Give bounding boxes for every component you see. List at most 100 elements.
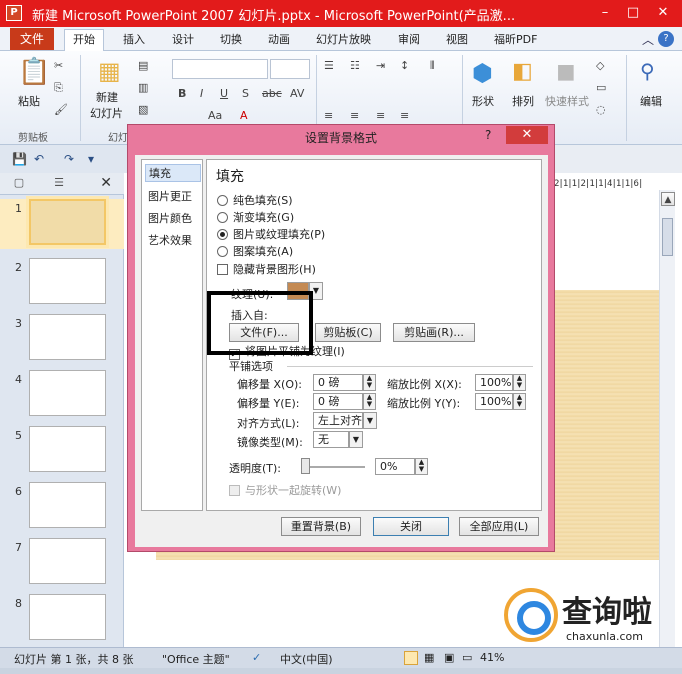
scale-y-spinner[interactable]: ▲ ▼ — [513, 393, 526, 410]
reset-background-button[interactable]: 重置背景(B) — [281, 517, 361, 536]
radio-picture[interactable] — [217, 229, 228, 240]
shape-fill-icon[interactable]: ◇ — [596, 59, 604, 72]
numbering-icon[interactable]: ☷ — [350, 59, 360, 72]
slide-thumbnail[interactable] — [29, 426, 106, 472]
offset-x-input[interactable]: 0 磅 — [313, 374, 363, 391]
transparency-slider-track[interactable] — [303, 466, 365, 468]
transparency-input[interactable]: 0% — [375, 458, 415, 475]
minimize-button[interactable]: – — [592, 2, 618, 24]
new-slide-label-1[interactable]: 新建 — [96, 89, 118, 105]
slide-thumbnail[interactable] — [29, 258, 106, 304]
undo-icon[interactable]: ↶ — [34, 152, 44, 166]
save-icon[interactable]: 💾 — [12, 152, 27, 166]
shape-outline-icon[interactable]: ▭ — [596, 81, 606, 94]
slide-thumbnail[interactable] — [29, 594, 106, 640]
italic-button[interactable]: I — [200, 87, 203, 100]
customize-qat-icon[interactable]: ▾ — [88, 152, 94, 166]
slide-thumbnail-row[interactable]: 3 — [0, 314, 124, 364]
mirror-select[interactable]: 无 — [313, 431, 349, 448]
rotate-checkbox[interactable] — [229, 485, 240, 496]
underline-button[interactable]: U — [220, 87, 228, 100]
ribbon-minimize-icon[interactable]: ︿ — [640, 31, 656, 47]
paste-label[interactable]: 粘贴 — [18, 93, 40, 109]
window-close-button[interactable]: ✕ — [650, 2, 676, 24]
normal-view-icon[interactable] — [404, 651, 418, 665]
copy-icon[interactable]: ⎘ — [54, 81, 63, 95]
zoom-level[interactable]: 41% — [480, 651, 504, 664]
rotate-with-shape-option[interactable]: 与形状一起旋转(W) — [229, 482, 341, 498]
justify-icon[interactable]: ≡ — [400, 109, 409, 122]
file-menu-button[interactable]: 文件 — [10, 28, 54, 50]
layout-icon[interactable]: ▤ — [138, 59, 148, 72]
scroll-up-icon[interactable]: ▲ — [661, 192, 675, 206]
change-case-button[interactable]: Aa — [208, 109, 222, 122]
powerpoint-app-icon[interactable]: P — [6, 5, 22, 21]
mirror-dropdown-icon[interactable]: ▼ — [349, 431, 363, 448]
clipboard-button[interactable]: 剪贴板(C) — [315, 323, 381, 342]
indent-icon[interactable]: ⇥ — [376, 59, 385, 72]
quick-styles-label[interactable]: 快速样式 — [545, 93, 589, 109]
alignment-dropdown-icon[interactable]: ▼ — [363, 412, 377, 429]
columns-icon[interactable]: ⫴ — [430, 59, 435, 73]
pattern-fill-option[interactable]: 图案填充(A) — [217, 243, 293, 259]
slide-thumbnail-row[interactable]: 4 — [0, 370, 124, 420]
new-slide-icon[interactable]: ▦ — [98, 57, 121, 85]
tab-view[interactable]: 视图 — [446, 30, 468, 50]
slide-thumbnail-row[interactable]: 7 — [0, 538, 124, 588]
tab-design[interactable]: 设计 — [172, 30, 194, 50]
hide-bg-checkbox[interactable] — [217, 264, 228, 275]
close-button[interactable]: 关闭 — [373, 517, 449, 536]
slide-thumbnail[interactable] — [29, 314, 106, 360]
slide-thumbnail-row[interactable]: 8 — [0, 594, 124, 644]
offset-y-spinner[interactable]: ▲ ▼ — [363, 393, 376, 410]
font-name-box[interactable] — [172, 59, 268, 79]
slides-tab-icon[interactable]: ▢ — [4, 176, 34, 192]
slide-thumbnail[interactable] — [29, 538, 106, 584]
tab-animations[interactable]: 动画 — [268, 30, 290, 50]
cut-icon[interactable]: ✂ — [54, 59, 63, 72]
arrange-label[interactable]: 排列 — [512, 93, 534, 109]
scrollbar-thumb[interactable] — [662, 218, 673, 256]
arrange-icon[interactable]: ◧ — [512, 59, 533, 84]
slide-thumbnail-row[interactable]: 6 — [0, 482, 124, 532]
radio-pattern[interactable] — [217, 246, 228, 257]
category-picture-color[interactable]: 图片颜色 — [145, 210, 201, 228]
alignment-select[interactable]: 左上对齐 — [313, 412, 363, 429]
language-status[interactable]: 中文(中国) — [280, 651, 333, 667]
tab-transitions[interactable]: 切换 — [220, 30, 242, 50]
outline-tab-icon[interactable]: ☰ — [44, 176, 74, 192]
shape-icon[interactable]: ⬢ — [472, 59, 493, 87]
panel-close-icon[interactable]: ✕ — [100, 175, 112, 191]
gradient-fill-option[interactable]: 渐变填充(G) — [217, 209, 294, 225]
category-picture-corrections[interactable]: 图片更正 — [145, 188, 201, 206]
scale-x-spinner[interactable]: ▲ ▼ — [513, 374, 526, 391]
quick-styles-icon[interactable]: ◼ — [556, 57, 576, 85]
slide-thumbnail-row[interactable]: 5 — [0, 426, 124, 476]
slideshow-icon[interactable]: ▭ — [462, 651, 472, 664]
slide-thumbnail-row[interactable]: 2 — [0, 258, 124, 308]
shape-effects-icon[interactable]: ◌ — [596, 103, 606, 116]
char-spacing-button[interactable]: AV — [290, 87, 304, 100]
align-left-icon[interactable]: ≡ — [324, 109, 333, 122]
picture-fill-option[interactable]: 图片或纹理填充(P) — [217, 226, 325, 242]
tab-slideshow[interactable]: 幻灯片放映 — [316, 30, 371, 50]
reset-icon[interactable]: ▥ — [138, 81, 148, 94]
spellcheck-icon[interactable]: ✓ — [252, 651, 261, 664]
radio-gradient[interactable] — [217, 212, 228, 223]
slide-thumbnail[interactable] — [29, 199, 106, 245]
strikethrough-button[interactable]: abc — [262, 87, 282, 100]
edit-label[interactable]: 编辑 — [640, 93, 662, 109]
solid-fill-option[interactable]: 纯色填充(S) — [217, 192, 293, 208]
line-spacing-icon[interactable]: ↕ — [400, 59, 409, 72]
bullets-icon[interactable]: ☰ — [324, 59, 334, 72]
tab-home[interactable]: 开始 — [64, 29, 104, 52]
tab-review[interactable]: 审阅 — [398, 30, 420, 50]
vertical-scrollbar[interactable]: ▲ — [659, 190, 675, 647]
slide-sorter-icon[interactable]: ▦ — [424, 651, 434, 664]
help-icon[interactable]: ? — [658, 31, 674, 47]
slide-thumbnail[interactable] — [29, 370, 106, 416]
tab-foxit-pdf[interactable]: 福昕PDF — [494, 30, 537, 50]
transparency-slider-thumb[interactable] — [301, 458, 310, 474]
scale-y-input[interactable]: 100% — [475, 393, 513, 410]
redo-icon[interactable]: ↷ — [64, 152, 74, 166]
